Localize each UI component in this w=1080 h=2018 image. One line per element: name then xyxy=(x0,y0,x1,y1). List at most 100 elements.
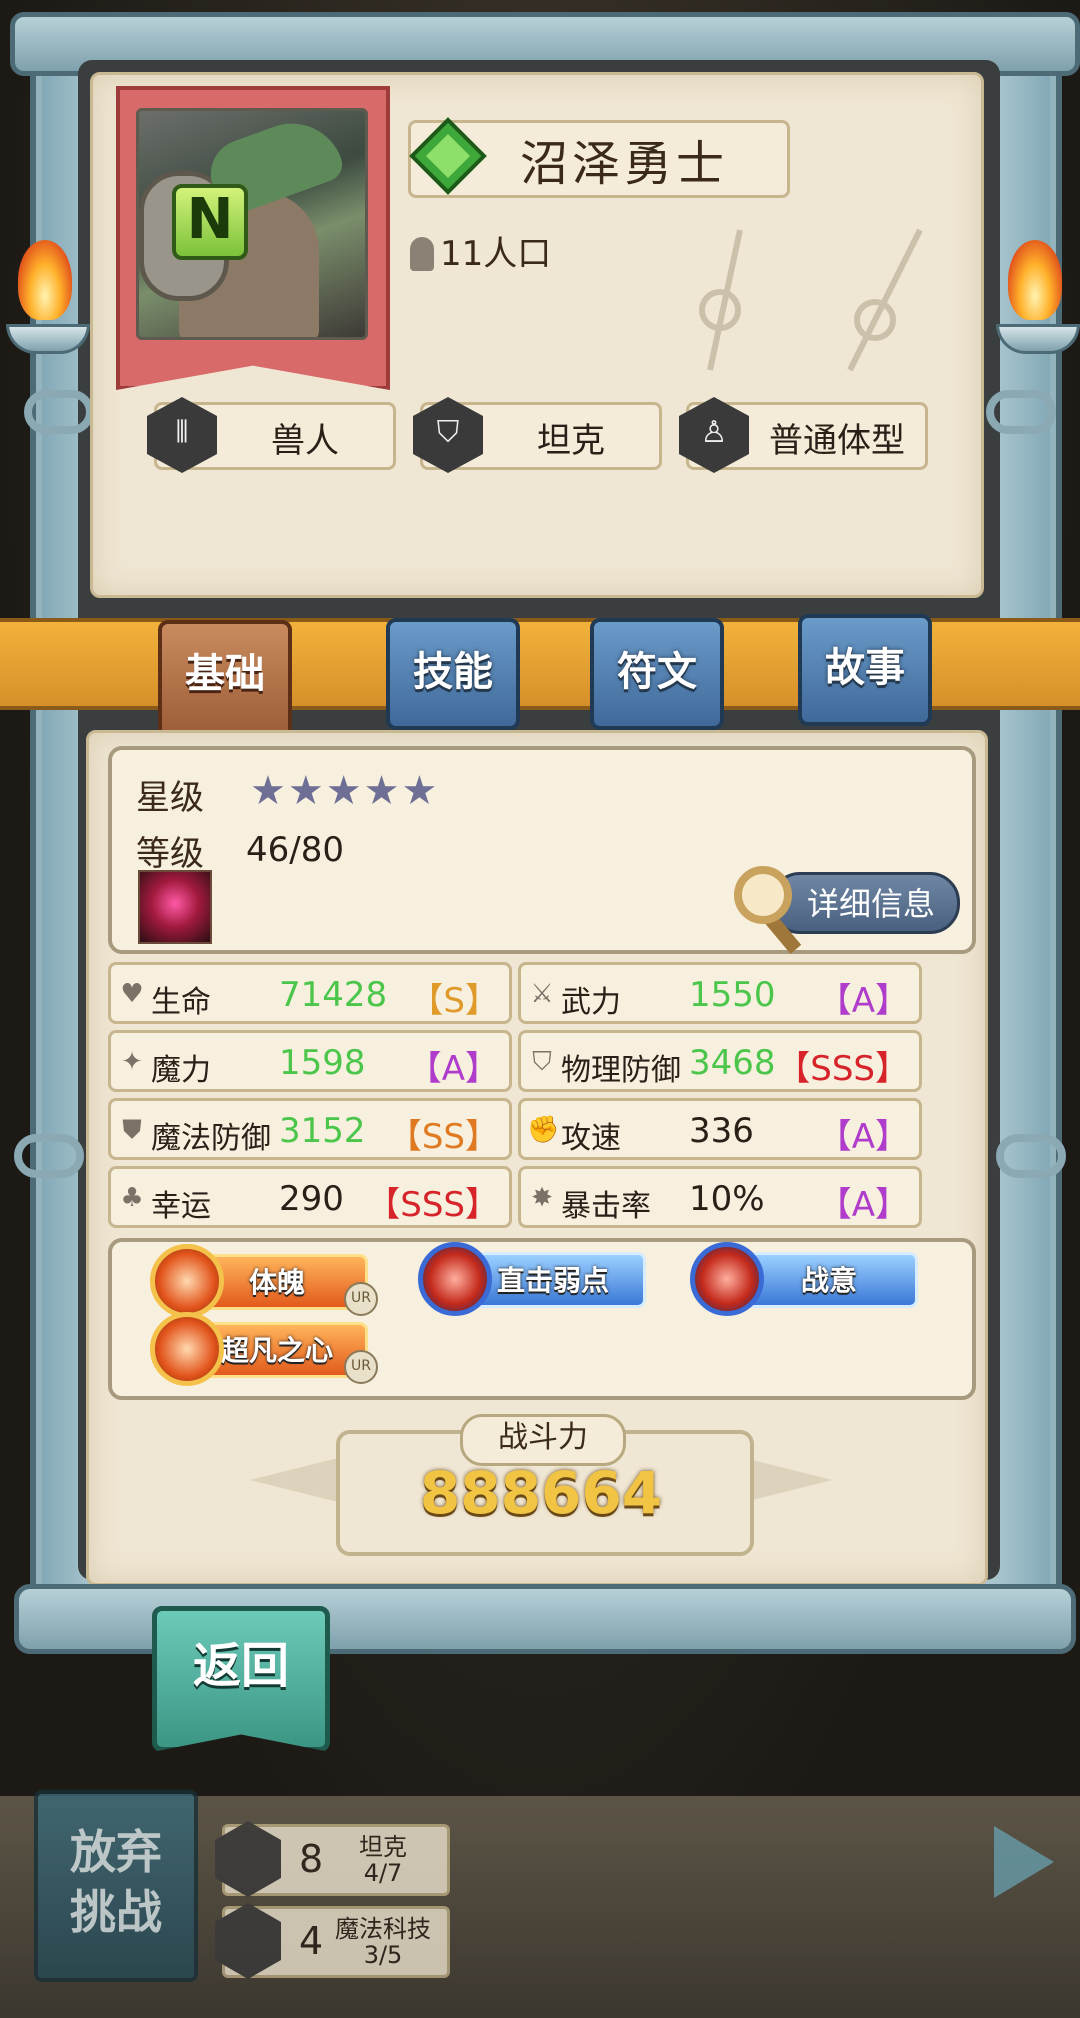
stat-value: 290 xyxy=(279,1179,344,1219)
trait-label: 坦克 xyxy=(537,421,605,461)
synergy-progress: 4/7 xyxy=(363,1859,403,1887)
chain-icon xyxy=(14,1134,84,1178)
tab-skills[interactable]: 技能 xyxy=(386,618,520,730)
power-value: 888664 xyxy=(419,1459,663,1527)
stat-grade: 【S】 xyxy=(409,981,499,1021)
claw-icon: ⦀ xyxy=(147,397,217,473)
stat-hp: ♥ 生命 71428 【S】 xyxy=(108,962,512,1024)
level-label: 等级 xyxy=(136,834,204,874)
stat-value: 71428 xyxy=(279,975,388,1015)
stat-value: 3468 xyxy=(689,1043,776,1083)
detail-info-button[interactable]: 详细信息 xyxy=(770,872,960,934)
chain-icon xyxy=(986,390,1056,434)
stat-name: 生命 xyxy=(151,985,211,1020)
stat-name: 魔法防御 xyxy=(151,1121,271,1156)
crossed-swords-icon xyxy=(699,228,923,372)
torch-right xyxy=(990,240,1080,380)
stat-magic: ✦ 魔力 1598 【A】 xyxy=(108,1030,512,1092)
tab-runes[interactable]: 符文 xyxy=(590,618,724,730)
shield-icon: ⛉ xyxy=(413,397,483,473)
stat-value: 1550 xyxy=(689,975,776,1015)
stat-attack-speed: ✊ 攻速 336 【A】 xyxy=(518,1098,922,1160)
stat-name: 幸运 xyxy=(151,1189,211,1224)
body-icon: ♙ xyxy=(679,397,749,473)
stat-grade: 【SSS】 xyxy=(366,1185,499,1225)
shield-icon xyxy=(215,1821,281,1897)
stat-name: 武力 xyxy=(561,985,621,1020)
armor-icon: ⛉ xyxy=(532,1047,552,1077)
abandon-challenge-button[interactable]: 放弃 挑战 xyxy=(34,1790,198,1982)
emerald-gem-icon xyxy=(409,117,487,195)
skill-thumbnail[interactable] xyxy=(138,870,212,944)
stat-grade: 【SS】 xyxy=(387,1117,499,1157)
trait-label: 普通体型 xyxy=(769,421,905,461)
talent-extraordinary-heart-icon xyxy=(150,1312,224,1386)
trait-body[interactable]: ♙ 普通体型 xyxy=(679,397,928,473)
stat-grade: 【SSS】 xyxy=(776,1049,909,1089)
stat-value: 336 xyxy=(689,1111,754,1151)
fist-icon: ✊ xyxy=(527,1115,560,1145)
stat-luck: ♣ 幸运 290 【SSS】 xyxy=(108,1166,512,1228)
stat-value: 1598 xyxy=(279,1043,366,1083)
chain-icon xyxy=(996,1134,1066,1178)
stat-crit-rate: ✸ 暴击率 10% 【A】 xyxy=(518,1166,922,1228)
tab-basic[interactable]: 基础 xyxy=(158,620,292,744)
sparkle-icon: ✦ xyxy=(121,1047,143,1077)
synergy-name: 坦克 xyxy=(359,1833,407,1861)
synergy-count: 4 xyxy=(299,1919,324,1963)
ur-badge: UR xyxy=(344,1350,378,1384)
synergy-count: 8 xyxy=(299,1837,324,1881)
stat-name: 物理防御 xyxy=(561,1053,681,1088)
stat-name: 魔力 xyxy=(151,1053,211,1088)
burst-icon: ✸ xyxy=(531,1183,553,1213)
torch-bowl xyxy=(6,324,90,354)
stat-value: 3152 xyxy=(279,1111,366,1151)
synergy-name: 魔法科技 xyxy=(335,1915,431,1943)
stat-magic-defense: ⛊ 魔法防御 3152 【SS】 xyxy=(108,1098,512,1160)
talent-battle-will-icon xyxy=(690,1242,764,1316)
stat-grade: 【A】 xyxy=(817,981,909,1021)
talent-physique-icon xyxy=(150,1244,224,1318)
trait-race[interactable]: ⦀ 兽人 xyxy=(147,397,396,473)
trait-label: 兽人 xyxy=(271,421,339,461)
talent-weak-point-icon xyxy=(418,1242,492,1316)
stat-grade: 【A】 xyxy=(817,1185,909,1225)
back-button[interactable]: 返回 xyxy=(152,1606,330,1752)
abandon-line2: 挑战 xyxy=(70,1885,162,1939)
clover-icon: ♣ xyxy=(120,1183,144,1213)
star-label: 星级 xyxy=(136,778,204,818)
talent-battle-will[interactable]: 战意 xyxy=(740,1252,918,1308)
magnifier-icon xyxy=(734,866,792,924)
magic-shield-icon: ⛊ xyxy=(122,1115,142,1145)
portrait-art xyxy=(136,108,368,340)
stat-grade: 【A】 xyxy=(407,1049,499,1089)
star-rating: ★★★★★ xyxy=(250,768,440,814)
synergy-tank[interactable]: 8 坦克 4/7 xyxy=(215,1821,450,1897)
torch-left xyxy=(0,240,90,380)
stat-name: 攻速 xyxy=(561,1121,621,1156)
stat-value: 10% xyxy=(689,1179,765,1219)
stat-attack: ⚔ 武力 1550 【A】 xyxy=(518,962,922,1024)
play-arrow-icon[interactable] xyxy=(994,1826,1054,1898)
hero-portrait xyxy=(116,86,390,390)
synergy-magitech[interactable]: 4 魔法科技 3/5 xyxy=(215,1903,450,1979)
sword-icon: ⚔ xyxy=(530,979,554,1009)
stat-name: 暴击率 xyxy=(561,1189,651,1224)
trait-class[interactable]: ⛉ 坦克 xyxy=(413,397,662,473)
stat-physical-defense: ⛉ 物理防御 3468 【SSS】 xyxy=(518,1030,922,1092)
population: 11人口 xyxy=(410,226,551,275)
level-value: 46/80 xyxy=(246,830,344,870)
rarity-badge: N xyxy=(172,184,248,260)
population-value: 11人口 xyxy=(440,234,552,274)
tab-story[interactable]: 故事 xyxy=(798,614,932,726)
population-icon xyxy=(410,237,434,271)
heart-icon: ♥ xyxy=(120,979,144,1009)
synergy-progress: 3/5 xyxy=(363,1941,403,1969)
flame-icon xyxy=(1008,240,1062,320)
flame-icon xyxy=(18,240,72,320)
abandon-line1: 放弃 xyxy=(70,1825,162,1879)
hero-name: 沼泽勇士 xyxy=(520,136,729,192)
ur-badge: UR xyxy=(344,1282,378,1316)
stat-grade: 【A】 xyxy=(817,1117,909,1157)
torch-bowl xyxy=(996,324,1080,354)
